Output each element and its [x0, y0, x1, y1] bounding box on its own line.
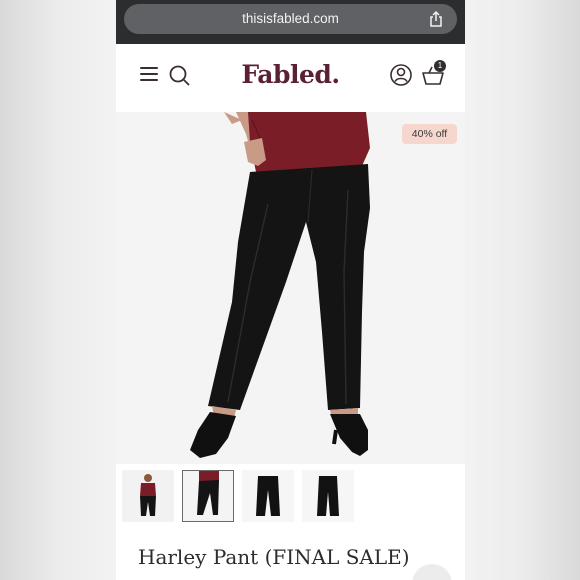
product-main-image[interactable]: 40% off: [116, 112, 465, 464]
product-thumbnail-3[interactable]: [242, 470, 294, 522]
browser-chrome: thisisfabled.com: [116, 0, 465, 44]
model-photo: [116, 112, 465, 464]
cart-count-badge: 1: [434, 60, 446, 72]
user-icon[interactable]: [389, 63, 413, 87]
discount-badge: 40% off: [402, 124, 457, 144]
address-bar[interactable]: thisisfabled.com: [124, 4, 457, 34]
phone-screen: thisisfabled.com Fabled. 1 40% off Harle…: [116, 0, 465, 580]
product-title: Harley Pant (FINAL SALE): [138, 545, 410, 569]
product-thumbnail-1[interactable]: [122, 470, 174, 522]
chat-button[interactable]: [412, 564, 452, 580]
url-text[interactable]: thisisfabled.com: [124, 4, 457, 34]
product-thumbnail-2[interactable]: [182, 470, 234, 522]
product-thumbnail-4[interactable]: [302, 470, 354, 522]
share-icon[interactable]: [427, 10, 445, 28]
thumbnail-strip: [116, 466, 465, 526]
site-header: Fabled. 1: [116, 44, 465, 112]
